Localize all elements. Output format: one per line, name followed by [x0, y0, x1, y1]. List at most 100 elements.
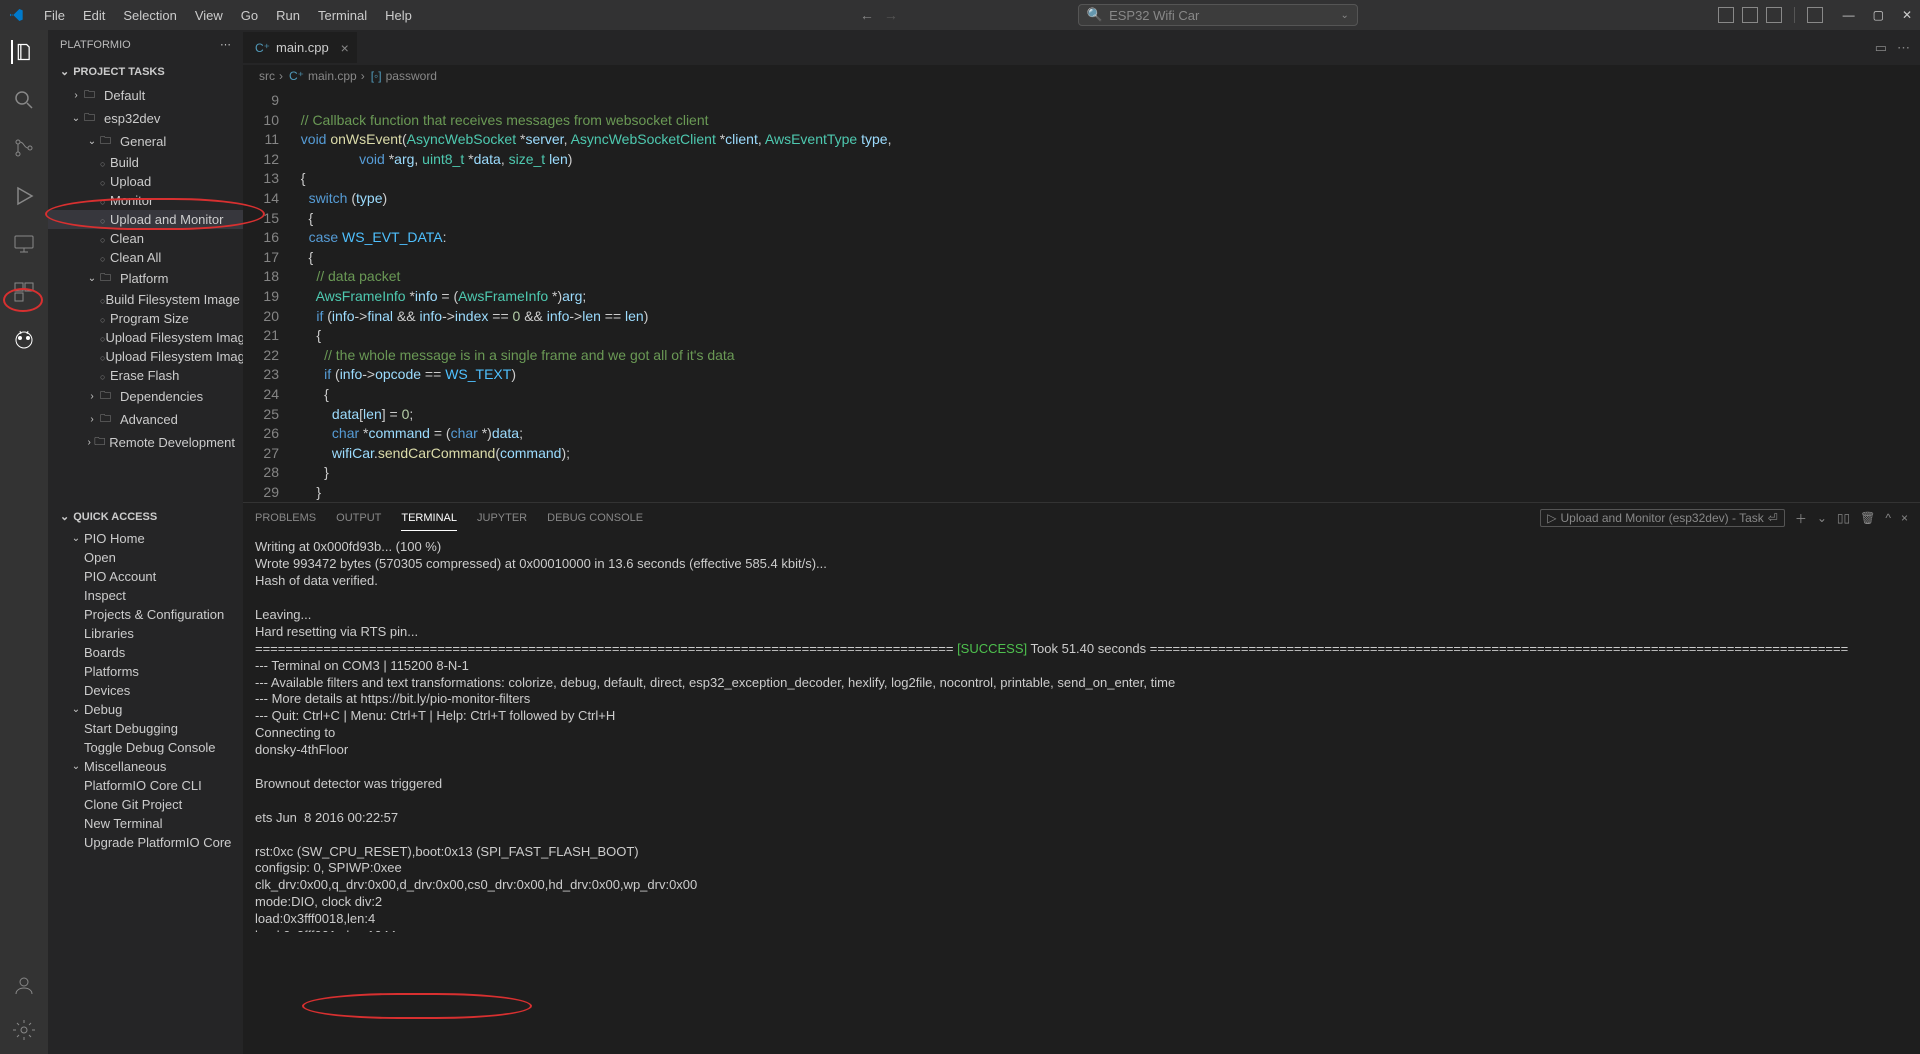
task-upload-and-monitor[interactable]: Upload and Monitor: [48, 210, 243, 229]
pio-home-libraries[interactable]: Libraries: [48, 624, 243, 643]
sidebar-more-icon[interactable]: ⋯: [220, 38, 231, 51]
pio-home-projects[interactable]: Projects & Configuration: [48, 605, 243, 624]
env-default[interactable]: ›🗀Default: [48, 84, 243, 107]
search-text: ESP32 Wifi Car: [1109, 8, 1199, 23]
panel-terminal[interactable]: TERMINAL: [401, 506, 457, 531]
remote-explorer-icon[interactable]: [12, 232, 36, 256]
maximize-panel-icon[interactable]: ^: [1885, 511, 1891, 525]
new-terminal-icon[interactable]: ＋: [1795, 510, 1807, 527]
more-actions-icon[interactable]: ⋯: [1897, 40, 1910, 56]
chevron-down-icon: ⌄: [1340, 10, 1348, 21]
menu-file[interactable]: File: [36, 4, 73, 27]
activity-bar: [0, 30, 48, 1054]
task-clean[interactable]: Clean: [48, 229, 243, 248]
task-build-fs[interactable]: Build Filesystem Image: [48, 290, 243, 309]
pio-home-inspect[interactable]: Inspect: [48, 586, 243, 605]
project-tasks-section[interactable]: ⌄PROJECT TASKS: [48, 59, 243, 84]
explorer-icon[interactable]: [11, 40, 35, 64]
task-upload-fs-ota[interactable]: Upload Filesystem Image OTA: [48, 347, 243, 366]
group-platform[interactable]: ⌄🗀Platform: [48, 267, 243, 290]
task-build[interactable]: Build: [48, 153, 243, 172]
terminal-output[interactable]: Writing at 0x000fd93b... (100 %)Wrote 99…: [243, 533, 1920, 932]
extensions-icon[interactable]: [12, 280, 36, 304]
pio-home-boards[interactable]: Boards: [48, 643, 243, 662]
panel-jupyter[interactable]: JUPYTER: [477, 506, 527, 530]
split-terminal-icon[interactable]: ▯▯: [1837, 511, 1850, 525]
task-erase-flash[interactable]: Erase Flash: [48, 366, 243, 385]
panel-tabs: PROBLEMS OUTPUT TERMINAL JUPYTER DEBUG C…: [243, 503, 1920, 533]
layout-customize-icon[interactable]: [1807, 7, 1823, 23]
nav-back-icon[interactable]: ←: [860, 7, 874, 23]
split-editor-icon[interactable]: ▭: [1875, 40, 1887, 56]
pio-home-devices[interactable]: Devices: [48, 681, 243, 700]
vscode-icon: [8, 7, 24, 23]
accounts-icon[interactable]: [12, 974, 36, 998]
settings-gear-icon[interactable]: [12, 1018, 36, 1042]
run-debug-icon[interactable]: [12, 184, 36, 208]
pio-home-platforms[interactable]: Platforms: [48, 662, 243, 681]
start-debugging[interactable]: Start Debugging: [48, 719, 243, 738]
menu-bar: File Edit Selection View Go Run Terminal…: [36, 4, 420, 27]
titlebar-right-controls: — ▢ ✕: [1718, 7, 1912, 23]
tab-label: main.cpp: [276, 40, 329, 55]
titlebar: File Edit Selection View Go Run Terminal…: [0, 0, 1920, 30]
command-center[interactable]: 🔍 ESP32 Wifi Car ⌄: [1078, 4, 1358, 26]
task-monitor[interactable]: Monitor: [48, 191, 243, 210]
source-control-icon[interactable]: [12, 136, 36, 160]
search-icon[interactable]: [12, 88, 36, 112]
group-remote[interactable]: ›🗀Remote Development: [48, 431, 243, 454]
close-panel-icon[interactable]: ×: [1901, 511, 1908, 525]
search-icon: 🔍: [1087, 7, 1103, 23]
group-general[interactable]: ⌄🗀General: [48, 130, 243, 153]
maximize-icon[interactable]: ▢: [1873, 8, 1884, 22]
breadcrumb[interactable]: src › C⁺ main.cpp › [◦] password: [243, 65, 1920, 87]
task-program-size[interactable]: Program Size: [48, 309, 243, 328]
editor-area: C⁺ main.cpp × ▭ ⋯ src › C⁺ main.cpp › [◦…: [243, 30, 1920, 1054]
chevron-down-icon[interactable]: ⌄: [1817, 511, 1827, 525]
close-icon[interactable]: ✕: [1902, 8, 1912, 22]
panel-problems[interactable]: PROBLEMS: [255, 506, 316, 530]
clone-git-project[interactable]: Clone Git Project: [48, 795, 243, 814]
layout-toggle-bottom-icon[interactable]: [1742, 7, 1758, 23]
new-terminal[interactable]: New Terminal: [48, 814, 243, 833]
menu-edit[interactable]: Edit: [75, 4, 113, 27]
bottom-panel: PROBLEMS OUTPUT TERMINAL JUPYTER DEBUG C…: [243, 502, 1920, 932]
tab-main-cpp[interactable]: C⁺ main.cpp ×: [243, 32, 357, 63]
menu-go[interactable]: Go: [233, 4, 266, 27]
misc-section[interactable]: ⌄Miscellaneous: [48, 757, 243, 776]
group-advanced[interactable]: ›🗀Advanced: [48, 408, 243, 431]
menu-help[interactable]: Help: [377, 4, 420, 27]
nav-forward-icon[interactable]: →: [884, 7, 898, 23]
tab-close-icon[interactable]: ×: [341, 40, 349, 56]
menu-selection[interactable]: Selection: [115, 4, 184, 27]
task-upload-fs[interactable]: Upload Filesystem Image: [48, 328, 243, 347]
code-editor[interactable]: 9101112131415161718192021222324252627282…: [243, 87, 1920, 502]
pio-home[interactable]: ⌄PIO Home: [48, 529, 243, 548]
layout-toggle-right-icon[interactable]: [1766, 7, 1782, 23]
sidebar-header: PLATFORMIO ⋯: [48, 30, 243, 59]
upgrade-pio-core[interactable]: Upgrade PlatformIO Core: [48, 833, 243, 852]
menu-terminal[interactable]: Terminal: [310, 4, 375, 27]
kill-terminal-icon[interactable]: 🗑: [1860, 511, 1875, 525]
sidebar-title: PLATFORMIO: [60, 39, 131, 51]
pio-home-open[interactable]: Open: [48, 548, 243, 567]
pio-home-account[interactable]: PIO Account: [48, 567, 243, 586]
terminal-selector[interactable]: ▷Upload and Monitor (esp32dev) - Task⏎: [1540, 509, 1785, 527]
cpp-file-icon: C⁺: [255, 41, 270, 55]
minimize-icon[interactable]: —: [1843, 8, 1855, 22]
sidebar: PLATFORMIO ⋯ ⌄PROJECT TASKS ›🗀Default ⌄🗀…: [48, 30, 243, 1054]
pio-core-cli[interactable]: PlatformIO Core CLI: [48, 776, 243, 795]
panel-output[interactable]: OUTPUT: [336, 506, 381, 530]
panel-debug-console[interactable]: DEBUG CONSOLE: [547, 506, 643, 530]
group-dependencies[interactable]: ›🗀Dependencies: [48, 385, 243, 408]
menu-run[interactable]: Run: [268, 4, 308, 27]
task-clean-all[interactable]: Clean All: [48, 248, 243, 267]
toggle-debug-console[interactable]: Toggle Debug Console: [48, 738, 243, 757]
platformio-icon[interactable]: [12, 328, 36, 352]
layout-toggle-left-icon[interactable]: [1718, 7, 1734, 23]
task-upload[interactable]: Upload: [48, 172, 243, 191]
debug-section[interactable]: ⌄Debug: [48, 700, 243, 719]
env-esp32dev[interactable]: ⌄🗀esp32dev: [48, 107, 243, 130]
quick-access-section[interactable]: ⌄QUICK ACCESS: [48, 504, 243, 529]
menu-view[interactable]: View: [187, 4, 231, 27]
